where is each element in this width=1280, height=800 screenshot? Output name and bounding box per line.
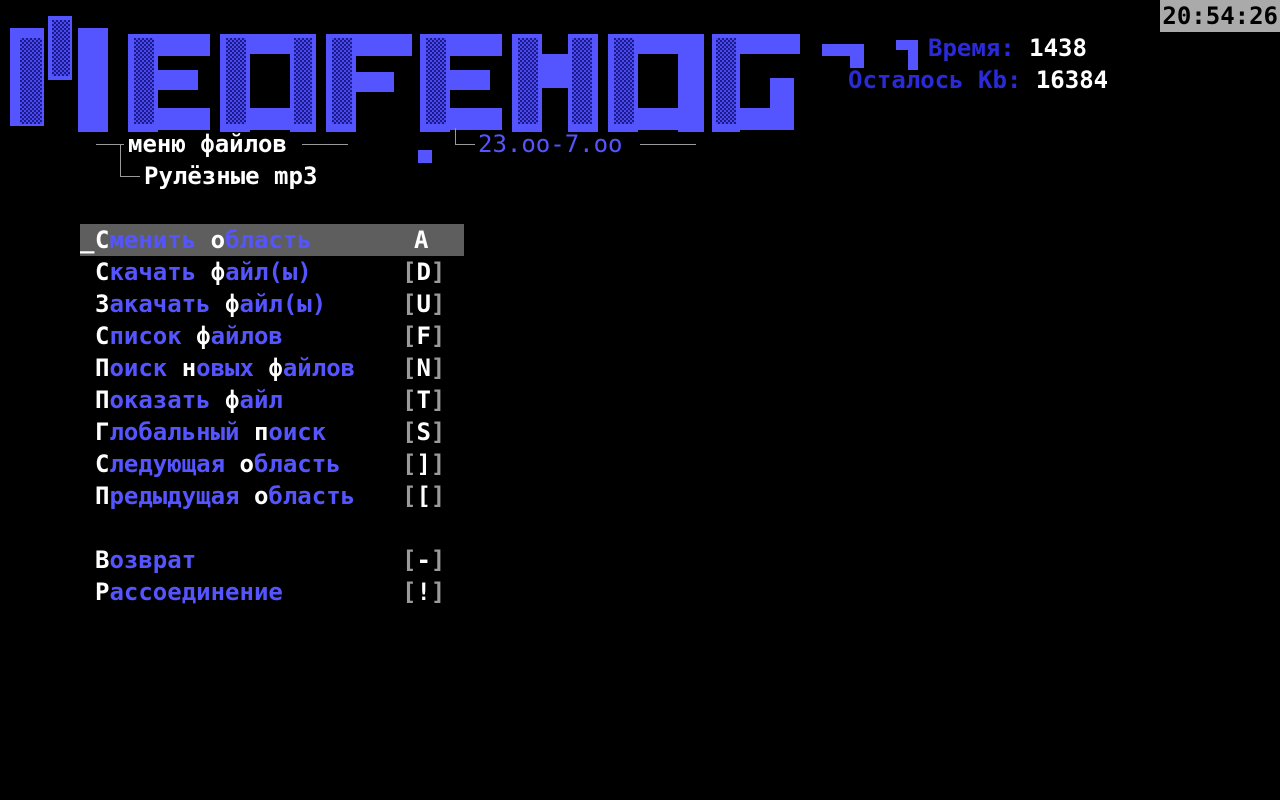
- menu-key: A: [414, 226, 429, 254]
- menu-label: овых: [196, 354, 269, 382]
- menu-item-file-list[interactable]: Список файлов [F]: [80, 320, 464, 352]
- menu-label: писок: [109, 322, 197, 350]
- hotkey-letter: п: [253, 418, 269, 446]
- menu-item-new-files-search[interactable]: Поиск новых файлов [N]: [80, 352, 464, 384]
- menu-label: ассоединение: [109, 578, 283, 606]
- time-value: 1438: [1029, 34, 1087, 62]
- menu-key: !: [416, 578, 431, 606]
- menu-name-divider: [302, 144, 348, 145]
- menu-item-change-area[interactable]: _ Сменить область A: [80, 224, 464, 256]
- hotkey-letter: о: [239, 450, 254, 478]
- menu-item-global-search[interactable]: Глобальный поиск [S]: [80, 416, 464, 448]
- menu-label: оиск: [109, 354, 182, 382]
- hotkey-letter: ф: [196, 322, 211, 350]
- menu-item-show-file[interactable]: Показать файл [T]: [80, 384, 464, 416]
- hotkey-letter: ф: [210, 258, 226, 286]
- hotkey-letter: С: [95, 258, 110, 286]
- hotkey-letter: П: [95, 386, 110, 414]
- menu-label: редыдущая: [109, 482, 254, 510]
- menu-key: N: [416, 354, 431, 382]
- area-name: Рулёзные mp3: [144, 162, 318, 190]
- hours-divider: [640, 144, 696, 145]
- menu-label: айлов: [282, 354, 356, 382]
- menu-label: бласть: [225, 226, 312, 254]
- hotkey-letter: С: [95, 322, 110, 350]
- menu-label: менить: [109, 226, 211, 254]
- menu-key: U: [416, 290, 431, 318]
- menu-key: D: [416, 258, 431, 286]
- menu-key: ]: [416, 450, 431, 478]
- menu-label: оиск: [268, 418, 327, 446]
- hotkey-letter: З: [95, 290, 110, 318]
- tree-line-2: [120, 144, 122, 176]
- text-cursor: _: [80, 226, 95, 254]
- hotkey-letter: П: [95, 482, 110, 510]
- menu-label: лобальный: [109, 418, 254, 446]
- menu-label: оказать: [109, 386, 226, 414]
- hotkey-letter: о: [210, 226, 226, 254]
- menu-label: айл: [239, 386, 283, 414]
- menu-label: качать: [109, 258, 211, 286]
- hotkey-letter: П: [95, 354, 110, 382]
- menu-item-next-area[interactable]: Следующая область []]: [80, 448, 464, 480]
- tree-line-3: [120, 176, 140, 177]
- menu-label: айл(ы): [239, 290, 327, 318]
- menu-item-disconnect[interactable]: Рассоединение [!]: [80, 576, 464, 608]
- menu-label: бласть: [253, 450, 341, 478]
- file-menu: _ Сменить область A Скачать файл(ы) [D] …: [80, 224, 464, 608]
- menu-key: -: [416, 546, 431, 574]
- menu-item-return[interactable]: Возврат [-]: [80, 544, 464, 576]
- hours-tree-line: [455, 128, 457, 144]
- menu-label: айлов: [210, 322, 283, 350]
- hotkey-letter: о: [253, 482, 269, 510]
- kb-value: 16384: [1035, 66, 1109, 94]
- access-hours: 23.oo-7.oo: [478, 130, 623, 158]
- menu-name: меню файлов: [128, 130, 287, 158]
- menu-key: F: [416, 322, 431, 350]
- menu-label: айл(ы): [225, 258, 312, 286]
- menu-item-download[interactable]: Скачать файл(ы) [D]: [80, 256, 464, 288]
- menu-key: S: [416, 418, 431, 446]
- hotkey-letter: С: [95, 450, 110, 478]
- hotkey-letter: Р: [95, 578, 110, 606]
- menu-label: акачать: [109, 290, 226, 318]
- hours-tree-line-2: [455, 144, 475, 145]
- clock: 20:54:26: [1160, 0, 1280, 32]
- hotkey-letter: В: [95, 546, 110, 574]
- kb-label: Осталось Kb:: [848, 66, 1022, 94]
- menu-item-previous-area[interactable]: Предыдущая область [[]: [80, 480, 464, 512]
- menu-label: бласть: [268, 482, 356, 510]
- time-label: Время:: [928, 34, 1015, 62]
- hotkey-letter: С: [95, 226, 110, 254]
- time-remaining: Время: 1438: [928, 32, 1087, 64]
- hotkey-letter: Г: [95, 418, 110, 446]
- hotkey-letter: ф: [268, 354, 283, 382]
- menu-item-upload[interactable]: Закачать файл(ы) [U]: [80, 288, 464, 320]
- menu-key: T: [416, 386, 431, 414]
- hotkey-letter: ф: [225, 386, 240, 414]
- menu-key: [: [416, 482, 431, 510]
- kb-remaining: Осталось Kb: 16384: [848, 64, 1108, 96]
- menu-label: озврат: [109, 546, 197, 574]
- hotkey-letter: н: [181, 354, 197, 382]
- menu-label: ледующая: [109, 450, 240, 478]
- hotkey-letter: ф: [225, 290, 240, 318]
